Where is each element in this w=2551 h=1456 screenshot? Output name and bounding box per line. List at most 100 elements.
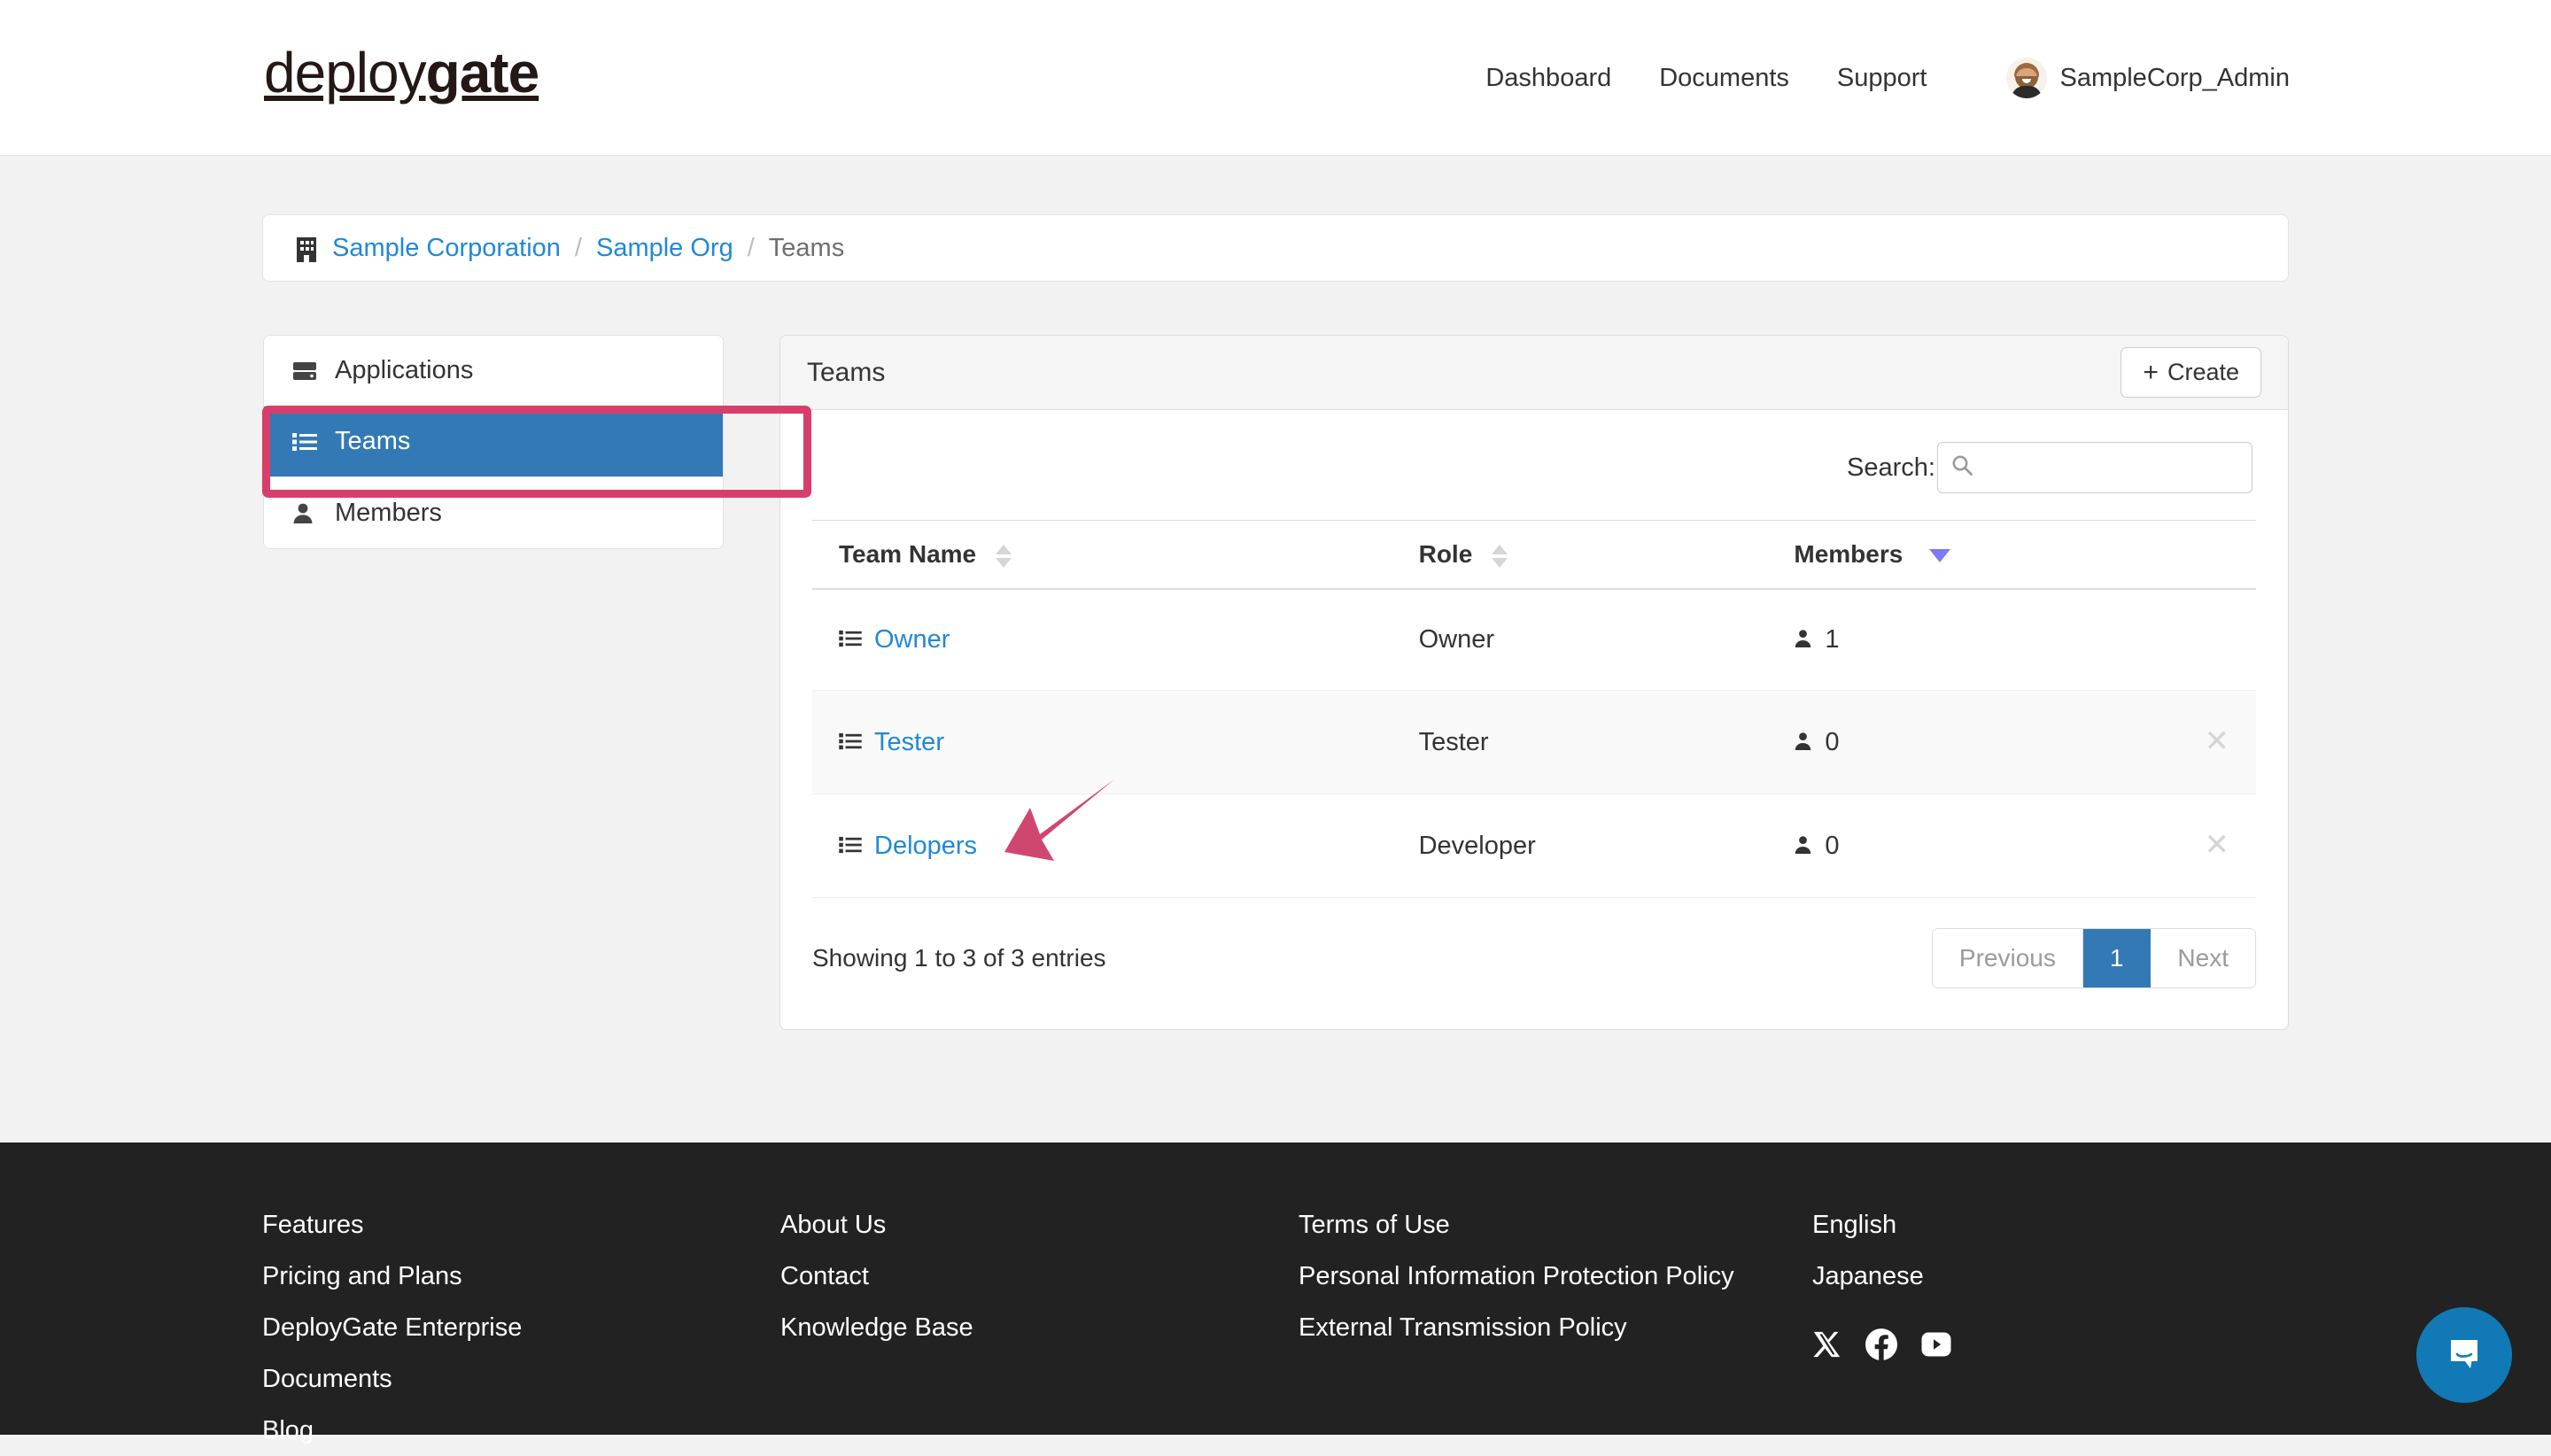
list-icon — [839, 728, 862, 757]
body-grid: Applications Teams Members — [262, 335, 2289, 1030]
footer-link-privacy-policy[interactable]: Personal Information Protection Policy — [1299, 1251, 1812, 1302]
footer-inner: Features Pricing and Plans DeployGate En… — [262, 1142, 2289, 1456]
cell-members: 1 — [1794, 589, 2169, 691]
x-twitter-icon[interactable] — [1812, 1329, 1842, 1359]
teams-panel: Teams + Create Search: — [779, 335, 2289, 1030]
table-footer: Showing 1 to 3 of 3 entries Previous 1 N… — [812, 898, 2256, 988]
cell-actions — [2169, 589, 2256, 691]
site-footer: Features Pricing and Plans DeployGate En… — [0, 1142, 2551, 1435]
sidebar-item-label: Members — [335, 499, 442, 528]
table-body: Owner Owner — [812, 589, 2256, 898]
cell-role: Developer — [1419, 794, 1795, 898]
main-nav: Dashboard Documents Support SampleCorp_A… — [1462, 0, 2314, 156]
table-row: Owner Owner — [812, 589, 2256, 691]
deploygate-logo[interactable]: deploygate — [264, 44, 539, 101]
breadcrumb-separator: / — [575, 234, 582, 263]
user-icon — [1794, 728, 1812, 757]
breadcrumb-item-corporation[interactable]: Sample Corporation — [332, 234, 561, 263]
main-wrap: Teams + Create Search: — [725, 335, 2289, 1030]
table-row: Tester Tester — [812, 691, 2256, 794]
logo-text-bold: gate — [426, 41, 539, 105]
cell-actions: ✕ — [2169, 794, 2256, 898]
user-menu[interactable]: SampleCorp_Admin — [1982, 58, 2314, 98]
footer-column-legal: Terms of Use Personal Information Protec… — [1299, 1199, 1812, 1456]
teams-table: Team Name Role Members — [812, 520, 2256, 898]
user-avatar — [2006, 58, 2047, 98]
sidebar-item-members[interactable]: Members — [264, 477, 723, 548]
page-body: Sample Corporation / Sample Org / Teams … — [0, 156, 2551, 1030]
nav-documents[interactable]: Documents — [1635, 64, 1813, 93]
search-label: Search: — [1847, 453, 1935, 483]
column-header-role[interactable]: Role — [1419, 521, 1795, 590]
table-row: Delopers Developer — [812, 794, 2256, 898]
table-head: Team Name Role Members — [812, 521, 2256, 590]
plus-icon: + — [2143, 360, 2159, 386]
column-label: Role — [1419, 540, 1473, 568]
footer-link-about-us[interactable]: About Us — [780, 1199, 1299, 1251]
pagination-previous[interactable]: Previous — [1933, 929, 2083, 987]
sort-desc-icon — [1929, 549, 1950, 562]
column-header-team-name[interactable]: Team Name — [812, 521, 1419, 590]
remove-team-button[interactable]: ✕ — [2205, 828, 2230, 862]
footer-link-pricing[interactable]: Pricing and Plans — [262, 1251, 780, 1302]
remove-team-button[interactable]: ✕ — [2205, 724, 2230, 758]
cell-members: 0 — [1794, 794, 2169, 898]
footer-link-enterprise[interactable]: DeployGate Enterprise — [262, 1302, 780, 1353]
user-icon — [1794, 832, 1812, 861]
sidebar-item-label: Applications — [335, 356, 473, 385]
footer-column-product: Features Pricing and Plans DeployGate En… — [262, 1199, 780, 1456]
breadcrumb-item-current: Teams — [769, 234, 844, 263]
create-button-label: Create — [2167, 359, 2239, 386]
nav-dashboard[interactable]: Dashboard — [1462, 64, 1635, 93]
footer-column-company: About Us Contact Knowledge Base — [780, 1199, 1299, 1456]
sidebar-item-applications[interactable]: Applications — [264, 336, 723, 407]
list-icon — [839, 832, 862, 861]
footer-link-external-transmission[interactable]: External Transmission Policy — [1299, 1302, 1812, 1353]
breadcrumb-separator: / — [748, 234, 755, 263]
footer-link-blog[interactable]: Blog — [262, 1405, 780, 1456]
column-header-members[interactable]: Members — [1794, 521, 2169, 590]
search-row: Search: — [812, 442, 2256, 493]
cell-role: Owner — [1419, 589, 1795, 691]
facebook-icon[interactable] — [1865, 1328, 1897, 1360]
building-icon — [295, 234, 318, 262]
panel-header: Teams + Create — [780, 336, 2288, 410]
sidebar: Applications Teams Members — [263, 335, 724, 549]
team-name-link[interactable]: Owner — [874, 625, 950, 654]
team-name-link[interactable]: Tester — [874, 728, 944, 757]
table-header-row: Team Name Role Members — [812, 521, 2256, 590]
sidebar-item-label: Teams — [335, 427, 410, 456]
footer-link-japanese[interactable]: Japanese — [1812, 1251, 2167, 1302]
search-input[interactable] — [1937, 442, 2252, 493]
cell-actions: ✕ — [2169, 691, 2256, 794]
footer-column-language: English Japanese — [1812, 1199, 2167, 1456]
footer-link-documents[interactable]: Documents — [262, 1353, 780, 1405]
intercom-chat-launcher[interactable] — [2416, 1307, 2512, 1403]
column-label: Team Name — [839, 540, 976, 568]
members-count: 1 — [1825, 625, 1839, 654]
breadcrumb: Sample Corporation / Sample Org / Teams — [262, 214, 2289, 282]
footer-link-english[interactable]: English — [1812, 1199, 2167, 1251]
create-team-button[interactable]: + Create — [2121, 347, 2261, 398]
panel-body: Search: — [780, 410, 2288, 1029]
nav-support[interactable]: Support — [1813, 64, 1951, 93]
footer-link-contact[interactable]: Contact — [780, 1251, 1299, 1302]
breadcrumb-item-org[interactable]: Sample Org — [596, 234, 733, 263]
pagination-next[interactable]: Next — [2151, 929, 2255, 987]
sidebar-item-teams[interactable]: Teams — [264, 407, 723, 477]
list-icon — [292, 432, 322, 452]
cell-team-name: Delopers — [812, 794, 1419, 898]
user-name: SampleCorp_Admin — [2059, 64, 2290, 93]
youtube-icon[interactable] — [1920, 1331, 1952, 1358]
members-count: 0 — [1825, 832, 1839, 861]
panel-title: Teams — [807, 358, 885, 388]
pagination: Previous 1 Next — [1932, 928, 2256, 988]
footer-link-knowledge-base[interactable]: Knowledge Base — [780, 1302, 1299, 1353]
list-icon — [839, 625, 862, 654]
team-name-link[interactable]: Delopers — [874, 832, 977, 861]
server-icon — [292, 360, 322, 382]
footer-link-features[interactable]: Features — [262, 1199, 780, 1251]
footer-link-terms-of-use[interactable]: Terms of Use — [1299, 1199, 1812, 1251]
user-icon — [1794, 625, 1812, 654]
pagination-page-1[interactable]: 1 — [2083, 929, 2152, 987]
